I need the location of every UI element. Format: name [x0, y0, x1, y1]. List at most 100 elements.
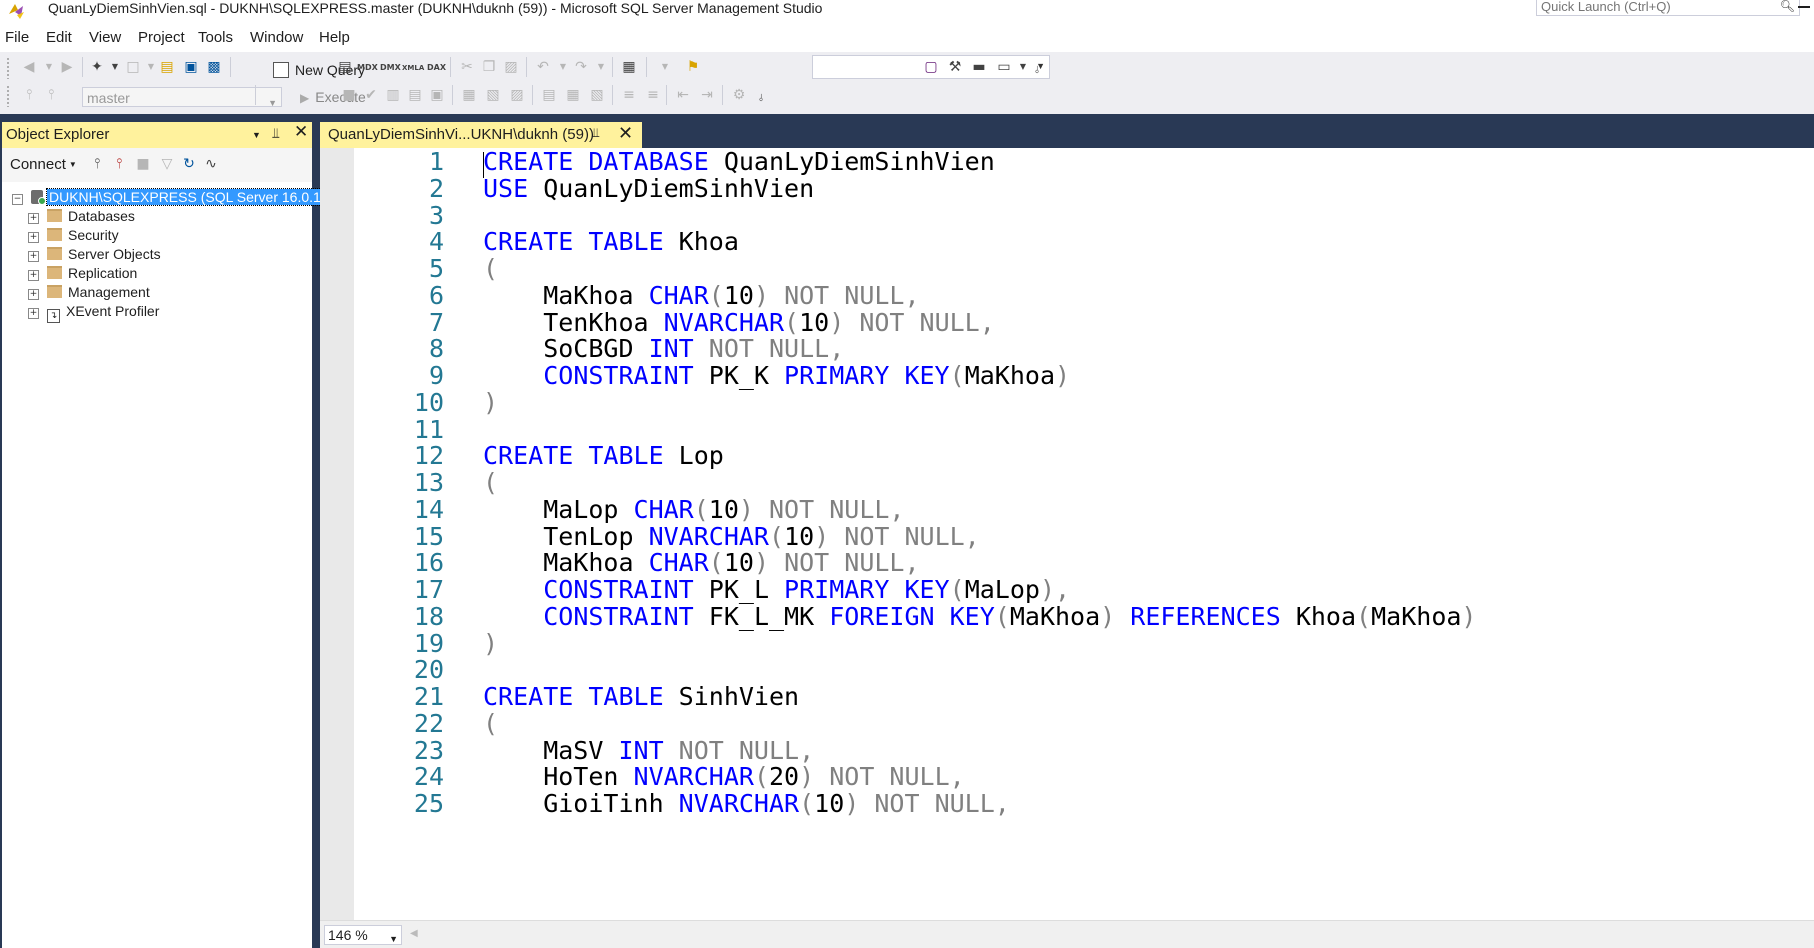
toolbar-overflow-icon[interactable]: ⫰ — [752, 90, 770, 108]
parse-checkmark-icon[interactable]: ✔ — [362, 86, 380, 104]
back-icon[interactable]: ◀ — [20, 58, 38, 76]
live-stats-icon[interactable]: ▨ — [508, 86, 526, 104]
properties-wrench-icon[interactable]: ⚒ — [946, 58, 964, 76]
add-item-icon[interactable]: □ — [124, 58, 142, 76]
sql-keyword: PRIMARY KEY — [784, 361, 950, 390]
expand-icon[interactable]: + — [28, 308, 39, 319]
solution-config-dropdown-icon[interactable]: ▼ — [656, 58, 674, 76]
refresh-icon[interactable]: ↻ — [180, 155, 198, 173]
decrease-indent-icon[interactable]: ⇤ — [674, 86, 692, 104]
back-dropdown-icon[interactable]: ▼ — [40, 58, 58, 76]
find-in-files-icon[interactable]: ⚑ — [684, 58, 702, 76]
query-designer-icon[interactable]: ▤ — [406, 86, 424, 104]
visual-studio-icon[interactable]: ▢ — [922, 58, 940, 76]
comment-lines-icon[interactable]: ≡ — [620, 86, 638, 104]
toolbox-icon[interactable]: ▬ — [970, 58, 988, 76]
quick-launch-box[interactable]: 🔍︎ — [1536, 0, 1800, 16]
sql-operator: ) NOT NULL, — [753, 548, 920, 578]
specify-template-values-icon[interactable]: ⚙ — [730, 86, 748, 104]
query-editor[interactable]: 1 CREATE DATABASE QuanLyDiemSinhVien 2 USE … — [320, 148, 1814, 920]
sql-keyword: CONSTRAINT — [543, 361, 694, 390]
new-project-dropdown-icon[interactable]: ▼ — [106, 58, 124, 76]
disconnect-icon[interactable]: ⫯ — [110, 155, 128, 173]
database-engine-query-icon[interactable]: ▤ — [336, 58, 354, 76]
stop-icon[interactable]: ■ — [134, 155, 152, 173]
menu-file[interactable]: File — [5, 26, 29, 50]
expand-icon[interactable]: + — [28, 270, 39, 281]
dax-query-icon[interactable]: DAX — [427, 56, 446, 74]
include-plan-icon[interactable]: ▧ — [484, 86, 502, 104]
window-position-dropdown-icon[interactable]: ▼ — [252, 130, 261, 140]
sql-identifier — [483, 602, 543, 631]
zoom-select[interactable]: 146 % ▼ — [324, 925, 402, 945]
object-explorer-title: Object Explorer — [6, 126, 110, 143]
undo-dropdown-icon[interactable]: ▼ — [554, 58, 572, 76]
menu-project[interactable]: Project — [138, 26, 185, 50]
horizontal-scrollbar[interactable] — [424, 930, 1804, 938]
toolbar-overflow-icon[interactable]: ⫰ — [1028, 62, 1046, 80]
activity-monitor-icon[interactable]: ▦ — [620, 58, 638, 76]
expand-icon[interactable]: + — [28, 232, 39, 243]
copy-icon[interactable]: ❐ — [480, 58, 498, 76]
stop-icon[interactable]: ■ — [340, 86, 358, 104]
title-bar: QuanLyDiemSinhVien.sql - DUKNH\SQLEXPRES… — [0, 0, 1814, 20]
results-to-grid-icon[interactable]: ▦ — [564, 86, 582, 104]
scroll-left-icon[interactable]: ◀ — [410, 928, 418, 939]
available-databases-select[interactable]: master ▼ — [82, 87, 282, 108]
sql-keyword: CREATE TABLE — [483, 441, 664, 471]
cut-icon[interactable]: ✂ — [458, 58, 476, 76]
window-title: QuanLyDiemSinhVien.sql - DUKNH\SQLEXPRES… — [48, 0, 823, 16]
open-folder-icon[interactable]: ▤ — [158, 58, 176, 76]
minimize-button[interactable] — [1794, 0, 1814, 16]
menu-view[interactable]: View — [89, 26, 121, 50]
dmx-query-icon[interactable]: DMX — [380, 56, 401, 74]
menu-help[interactable]: Help — [319, 26, 350, 50]
quick-launch-input[interactable] — [1537, 0, 1761, 14]
results-to-file-icon[interactable]: ▧ — [588, 86, 606, 104]
toolbar-grip[interactable] — [6, 57, 10, 79]
expand-icon[interactable]: + — [28, 289, 39, 300]
paste-icon[interactable]: ▨ — [502, 58, 520, 76]
sql-operator: ( — [708, 548, 724, 578]
mdx-query-icon[interactable]: MDX — [357, 56, 378, 74]
save-all-icon[interactable]: ▩ — [205, 58, 223, 76]
undo-icon[interactable]: ↶ — [534, 58, 552, 76]
connect-button[interactable]: Connect ▼ — [10, 156, 77, 174]
save-icon[interactable]: ▣ — [182, 58, 200, 76]
collapse-icon[interactable]: − — [12, 194, 23, 205]
activity-monitor-icon[interactable]: ∿ — [202, 155, 220, 173]
change-connection-icon[interactable]: ⫯ — [42, 86, 60, 104]
query-options-icon[interactable]: ▣ — [428, 86, 446, 104]
results-to-text-icon[interactable]: ▤ — [540, 86, 558, 104]
pin-icon[interactable]: ⫫ — [272, 125, 280, 142]
tree-node-xevent-profiler[interactable]: + ↴ XEvent Profiler — [28, 300, 159, 323]
forward-icon[interactable]: ▶ — [58, 58, 76, 76]
new-project-icon[interactable]: ✦ — [88, 58, 106, 76]
menu-tools[interactable]: Tools — [198, 26, 233, 50]
code-text: GioiTinh NVARCHAR(10) NOT NULL, — [483, 788, 1010, 819]
close-icon[interactable]: ✕ — [618, 123, 633, 144]
connect-plug-icon[interactable]: ⫯ — [88, 155, 106, 173]
redo-icon[interactable]: ↷ — [572, 58, 590, 76]
menu-window[interactable]: Window — [250, 26, 303, 50]
xmla-query-icon[interactable]: XMLA — [402, 56, 424, 74]
editor-selection-margin[interactable] — [320, 148, 354, 920]
tab-query-document[interactable]: QuanLyDiemSinhVi...UKNH\duknh (59)) ⫫ ✕ — [320, 122, 642, 148]
increase-indent-icon[interactable]: ⇥ — [698, 86, 716, 104]
search-icon: 🔍︎ — [1779, 0, 1795, 13]
expand-icon[interactable]: + — [28, 213, 39, 224]
expand-icon[interactable]: + — [28, 251, 39, 262]
tree-node-label: Security — [68, 227, 119, 243]
redo-dropdown-icon[interactable]: ▼ — [592, 58, 610, 76]
intellisense-icon[interactable]: ▦ — [460, 86, 478, 104]
toolbar-grip[interactable] — [6, 85, 10, 107]
command-window-icon[interactable]: ▭ — [995, 58, 1013, 76]
filter-icon[interactable]: ▽ — [158, 155, 176, 173]
menu-edit[interactable]: Edit — [46, 26, 72, 50]
close-icon[interactable]: ✕ — [294, 122, 308, 142]
pin-icon[interactable]: ⫫ — [592, 125, 599, 141]
connect-icon[interactable]: ⫯ — [20, 86, 38, 104]
display-estimated-plan-icon[interactable]: ▥ — [384, 86, 402, 104]
uncomment-lines-icon[interactable]: ≡ — [644, 86, 662, 104]
sql-keyword: CHAR — [648, 280, 709, 310]
